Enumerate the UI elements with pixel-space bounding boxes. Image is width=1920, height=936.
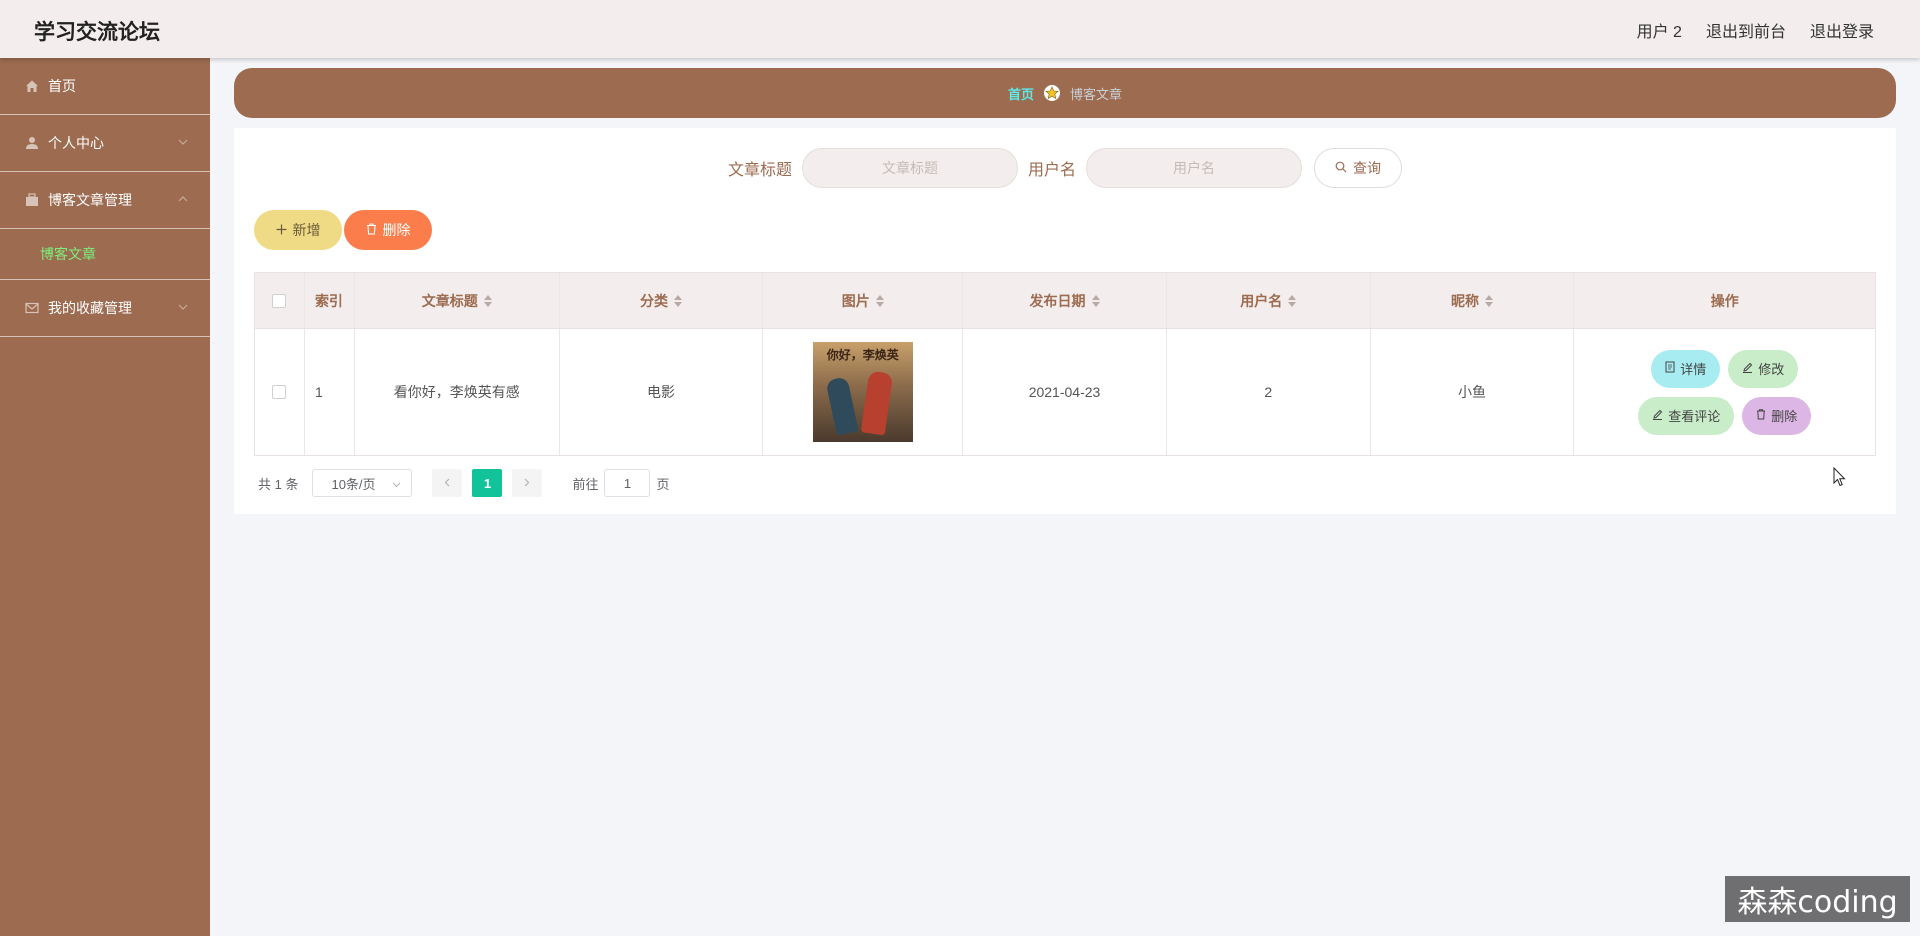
chevron-down-icon <box>392 476 401 491</box>
sort-icon[interactable] <box>483 294 492 307</box>
row-index: 1 <box>305 329 355 455</box>
edit-button[interactable]: 修改 <box>1728 349 1799 388</box>
top-bar: 学习交流论坛 用户 2 退出到前台 退出登录 <box>0 0 1920 58</box>
main-panel: 文章标题 用户名 查询 新增 删除 索引 文章标题 <box>234 128 1896 514</box>
view-comments-button[interactable]: 查看评论 <box>1638 396 1735 435</box>
delete-button-label: 删除 <box>382 222 411 238</box>
goto-prefix: 前往 <box>572 476 599 492</box>
user-search-label: 用户名 <box>1028 162 1077 179</box>
query-button-label: 查询 <box>1353 160 1382 176</box>
article-thumbnail[interactable]: 你好，李焕英 <box>812 342 913 442</box>
column-header-image[interactable]: 图片 <box>763 273 964 328</box>
header-actions: 用户 2 退出到前台 退出登录 <box>1637 18 1874 42</box>
sidebar-item-label: 首页 <box>48 78 76 94</box>
logout-link[interactable]: 退出登录 <box>1810 18 1874 42</box>
query-button[interactable]: 查询 <box>1314 148 1403 188</box>
goto-suffix: 页 <box>656 476 670 492</box>
home-icon <box>24 78 40 94</box>
chevron-down-icon <box>178 136 188 148</box>
title-search-label: 文章标题 <box>727 162 792 179</box>
total-count: 共 1 条 <box>258 476 299 492</box>
chevron-up-icon <box>178 193 188 205</box>
plus-icon <box>276 222 287 238</box>
sidebar-item-profile[interactable]: 个人中心 <box>0 115 210 172</box>
title-search-input[interactable] <box>802 148 1018 188</box>
row-nickname: 小鱼 <box>1371 329 1575 455</box>
exit-to-front-link[interactable]: 退出到前台 <box>1706 18 1786 42</box>
star-icon <box>1044 85 1060 101</box>
sort-icon[interactable] <box>1485 294 1494 307</box>
row-category: 电影 <box>560 329 764 455</box>
table-row: 1 看你好，李焕英有感 电影 你好，李焕英 2021-04-23 2 小鱼 详情… <box>255 329 1875 455</box>
page-size-select[interactable]: 10条/页 <box>312 469 413 497</box>
articles-table: 索引 文章标题 分类 图片 发布日期 用户名 昵称 操作 1 看你好，李焕英有感… <box>254 272 1876 456</box>
trash-icon <box>1756 408 1766 423</box>
next-page-button[interactable] <box>512 469 543 497</box>
sidebar-subitem-blog-articles[interactable]: 博客文章 <box>0 229 210 280</box>
add-button[interactable]: 新增 <box>254 210 342 250</box>
folder-icon <box>24 192 40 208</box>
sidebar-item-label: 博客文章管理 <box>48 192 132 208</box>
select-all-checkbox[interactable] <box>272 293 287 308</box>
sidebar-item-home[interactable]: 首页 <box>0 58 210 115</box>
row-username: 2 <box>1167 329 1371 455</box>
chevron-down-icon <box>178 301 188 313</box>
sort-icon[interactable] <box>674 294 683 307</box>
column-header-title[interactable]: 文章标题 <box>355 273 560 328</box>
goto-page-input[interactable] <box>604 469 651 497</box>
search-bar: 文章标题 用户名 查询 <box>234 148 1896 188</box>
mail-icon <box>24 300 40 316</box>
column-header-nickname[interactable]: 昵称 <box>1371 273 1575 328</box>
batch-delete-button[interactable]: 删除 <box>344 210 432 250</box>
row-date: 2021-04-23 <box>963 329 1167 455</box>
column-header-category[interactable]: 分类 <box>560 273 764 328</box>
sort-icon[interactable] <box>1091 294 1100 307</box>
breadcrumb-current: 博客文章 <box>1070 86 1123 102</box>
row-title: 看你好，李焕英有感 <box>355 329 560 455</box>
sort-icon[interactable] <box>875 294 884 307</box>
mouse-cursor-icon <box>1833 466 1847 492</box>
sidebar-item-blog-management[interactable]: 博客文章管理 <box>0 172 210 229</box>
table-header: 索引 文章标题 分类 图片 发布日期 用户名 昵称 操作 <box>255 273 1875 329</box>
current-user-label: 用户 2 <box>1636 24 1682 41</box>
watermark: 森森coding <box>1725 876 1910 922</box>
user-icon <box>24 135 40 151</box>
search-icon <box>1335 160 1347 176</box>
page-number-current[interactable]: 1 <box>472 469 503 497</box>
pencil-icon <box>1652 408 1663 423</box>
poster-caption: 你好，李焕英 <box>826 348 899 362</box>
sidebar-item-label: 个人中心 <box>48 135 104 151</box>
detail-button[interactable]: 详情 <box>1651 349 1721 388</box>
chevron-right-icon <box>524 476 530 490</box>
pencil-icon <box>1742 361 1753 376</box>
sidebar-item-label: 我的收藏管理 <box>48 300 132 316</box>
column-header-index: 索引 <box>305 273 355 328</box>
row-actions: 详情 修改 查看评论 删除 <box>1638 349 1812 435</box>
prev-page-button[interactable] <box>432 469 463 497</box>
trash-icon <box>366 222 377 238</box>
document-icon <box>1665 361 1675 376</box>
sidebar: 首页 个人中心 博客文章管理 博客文章 我的收藏管理 <box>0 58 210 936</box>
sidebar-item-favorites[interactable]: 我的收藏管理 <box>0 280 210 337</box>
app-title: 学习交流论坛 <box>34 21 160 44</box>
column-header-username[interactable]: 用户名 <box>1167 273 1371 328</box>
column-header-actions: 操作 <box>1710 292 1739 309</box>
row-delete-button[interactable]: 删除 <box>1742 396 1812 435</box>
breadcrumb: 首页 博客文章 <box>234 68 1896 118</box>
add-button-label: 新增 <box>292 222 321 238</box>
row-checkbox[interactable] <box>272 385 287 399</box>
breadcrumb-home[interactable]: 首页 <box>1008 84 1034 103</box>
column-header-date[interactable]: 发布日期 <box>963 273 1167 328</box>
username-search-input[interactable] <box>1086 148 1303 188</box>
pagination: 共 1 条 10条/页 1 前往 页 <box>258 469 670 497</box>
action-buttons: 新增 删除 <box>254 210 432 250</box>
chevron-left-icon <box>444 476 450 490</box>
sort-icon[interactable] <box>1288 294 1297 307</box>
